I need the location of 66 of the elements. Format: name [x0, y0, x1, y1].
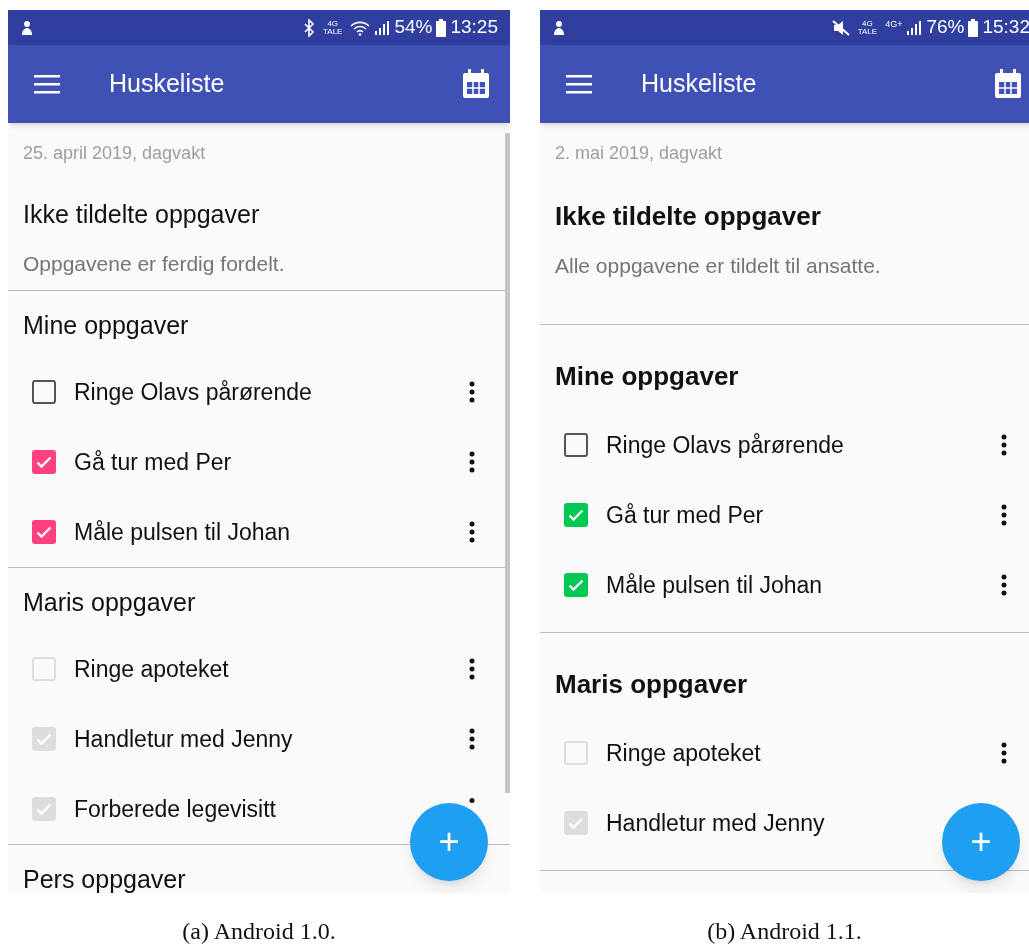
section-note: Oppgavene er ferdig fordelt.	[23, 251, 286, 277]
calendar-icon[interactable]	[462, 69, 490, 99]
add-button[interactable]: +	[410, 803, 488, 881]
section-heading: Ikke tildelte oppgaver	[23, 199, 261, 230]
checkbox[interactable]	[564, 573, 588, 597]
task-label: Ringe apoteket	[606, 738, 762, 768]
section-heading: Maris oppgaver	[555, 668, 749, 700]
section-heading: Ikke tildelte oppgaver	[555, 200, 822, 232]
more-icon[interactable]	[469, 727, 475, 751]
more-icon[interactable]	[1001, 741, 1007, 765]
task-label: Gå tur med Per	[74, 447, 233, 477]
calendar-icon[interactable]	[994, 69, 1022, 99]
checkbox[interactable]	[32, 450, 56, 474]
checkbox[interactable]	[564, 503, 588, 527]
task-label: Forberede legevisitt	[74, 794, 277, 824]
task-label: Handletur med Jenny	[606, 808, 826, 838]
signal-icon	[374, 19, 391, 36]
section-heading: Maris oppgaver	[23, 587, 197, 618]
task-label: Handletur med Jenny	[74, 724, 294, 754]
menu-icon[interactable]	[34, 74, 60, 94]
more-icon[interactable]	[469, 380, 475, 404]
network-label: 4G	[327, 19, 339, 28]
more-icon[interactable]	[469, 450, 475, 474]
battery-icon	[968, 18, 979, 37]
section-heading: Pers oppgaver	[23, 864, 187, 893]
battery-icon	[436, 18, 447, 37]
network-label: 4G	[862, 19, 873, 28]
section-heading: Mine oppgaver	[23, 310, 190, 341]
task-label: Måle pulsen til Johan	[606, 570, 824, 600]
app-title: Huskeliste	[109, 68, 226, 100]
wifi-icon	[350, 19, 371, 36]
mute-icon	[831, 19, 850, 36]
notification-icon	[552, 19, 566, 36]
more-icon[interactable]	[1001, 503, 1007, 527]
more-icon[interactable]	[1001, 573, 1007, 597]
battery-percent: 54%	[394, 15, 433, 40]
checkbox[interactable]	[32, 380, 56, 404]
task-label: Ringe Olavs pårørende	[74, 377, 313, 407]
app-title: Huskeliste	[641, 68, 758, 100]
section-note: Alle oppgavene er tildelt til ansatte.	[555, 253, 882, 279]
menu-icon[interactable]	[566, 74, 592, 94]
bluetooth-icon	[303, 18, 315, 37]
notification-icon	[20, 19, 34, 36]
clock: 13:25	[450, 15, 498, 40]
more-icon[interactable]	[469, 657, 475, 681]
task-label: Måle pulsen til Johan	[74, 517, 292, 547]
more-icon[interactable]	[1001, 433, 1007, 457]
network-label: TALE	[323, 27, 343, 36]
task-label: Ringe Olavs pårørende	[606, 430, 845, 460]
figure-caption: (b) Android 1.1.	[707, 917, 862, 946]
figure-caption: (a) Android 1.0.	[182, 917, 336, 946]
battery-percent: 76%	[926, 15, 965, 40]
network-label: TALE	[857, 27, 878, 36]
task-label: Gå tur med Per	[606, 500, 765, 530]
add-button[interactable]: +	[942, 803, 1020, 881]
clock: 15:32	[982, 15, 1029, 40]
checkbox[interactable]	[32, 520, 56, 544]
shift-date: 25. april 2019, dagvakt	[23, 142, 207, 165]
section-heading: Mine oppgaver	[555, 360, 740, 392]
signal-icon	[906, 19, 923, 36]
shift-date: 2. mai 2019, dagvakt	[555, 142, 724, 165]
checkbox[interactable]	[564, 433, 588, 457]
more-icon[interactable]	[469, 520, 475, 544]
scrollbar[interactable]	[505, 133, 510, 793]
network-label: 4G+	[885, 18, 903, 31]
task-label: Ringe apoteket	[74, 654, 230, 684]
